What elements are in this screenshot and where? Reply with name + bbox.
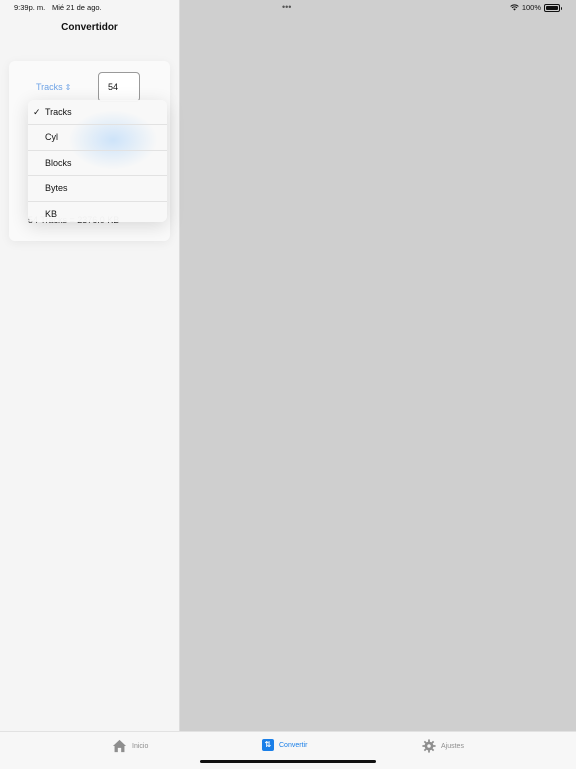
page-title: Convertidor: [61, 22, 118, 33]
tab-label: Ajustes: [441, 742, 464, 750]
value-input[interactable]: [98, 72, 140, 102]
detail-pane: [180, 0, 576, 731]
wifi-icon: [510, 4, 519, 11]
menu-item-label: Blocks: [45, 157, 72, 168]
battery-percentage: 100%: [521, 3, 541, 12]
menu-item-blocks[interactable]: Blocks: [28, 151, 167, 177]
home-icon: [112, 739, 127, 753]
status-bar: 9:39p. m. Mié 21 de ago. ••• 100%: [0, 0, 576, 16]
menu-item-bytes[interactable]: Bytes: [28, 176, 167, 202]
menu-item-kb[interactable]: KB: [28, 202, 167, 222]
tab-bar: Inicio ⇅ Convertir Ajustes: [0, 731, 576, 769]
convert-icon: ⇅: [262, 739, 274, 751]
battery-icon: [544, 3, 562, 12]
menu-item-tracks[interactable]: ✓ Tracks: [28, 100, 167, 126]
tab-ajustes[interactable]: Ajustes: [422, 739, 464, 753]
unit-picker-label: Tracks: [36, 82, 63, 92]
menu-item-label: Tracks: [45, 107, 72, 117]
status-time: 9:39p. m.: [14, 3, 46, 12]
status-right: 100%: [510, 3, 562, 12]
checkmark-icon: ✓: [33, 107, 41, 117]
menu-item-label: KB: [45, 208, 58, 219]
multitasking-dots[interactable]: •••: [282, 2, 291, 12]
status-date: Mié 21 de ago.: [52, 3, 102, 12]
tab-label: Convertir: [279, 741, 308, 749]
tab-label: Inicio: [132, 742, 149, 750]
tab-convertir[interactable]: ⇅ Convertir: [262, 739, 307, 751]
unit-dropdown-menu: ✓ Tracks Cyl Blocks Bytes KB: [28, 100, 167, 222]
sidebar: Convertidor Tracks ⇕ 54 Tracks = 2376.0 …: [0, 0, 180, 731]
chevron-up-down-icon: ⇕: [64, 82, 72, 92]
home-indicator[interactable]: [200, 760, 376, 763]
unit-picker[interactable]: Tracks ⇕: [36, 82, 71, 92]
menu-item-label: Bytes: [45, 183, 68, 194]
menu-item-label: Cyl: [45, 132, 58, 143]
gear-icon: [422, 739, 436, 753]
tab-inicio[interactable]: Inicio: [112, 739, 148, 753]
menu-item-cyl[interactable]: Cyl: [28, 125, 167, 151]
